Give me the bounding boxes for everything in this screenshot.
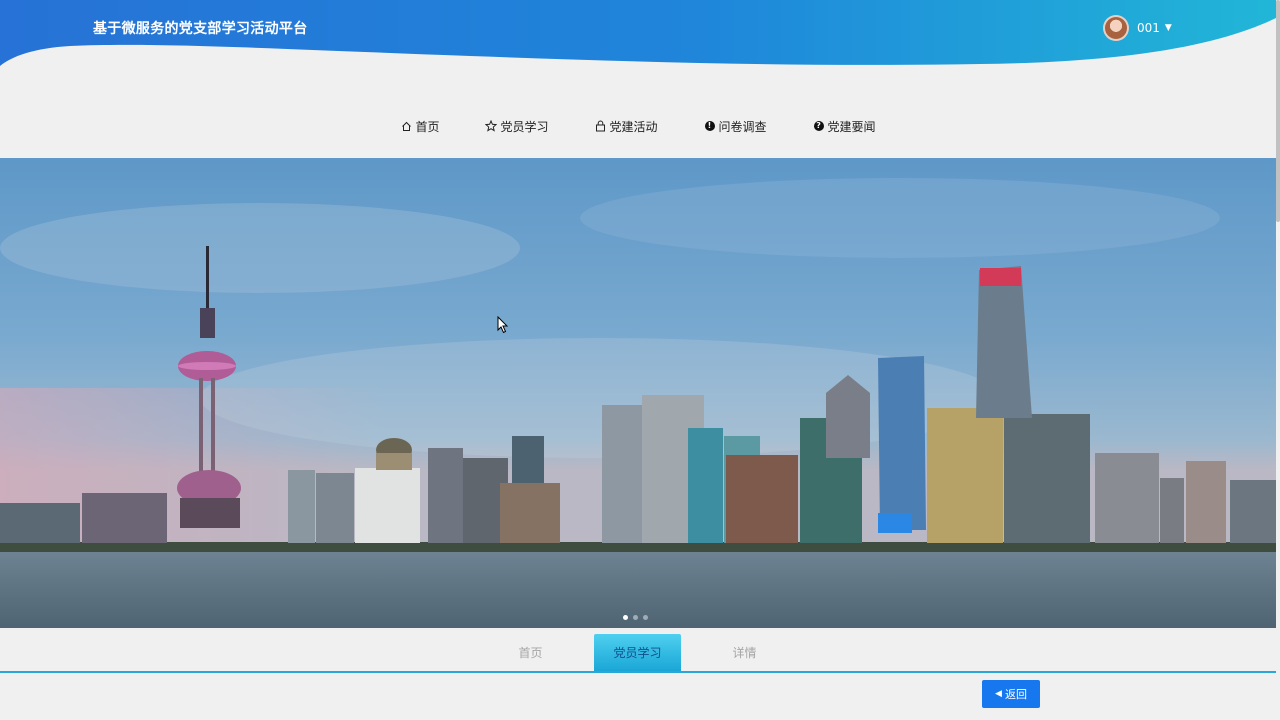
back-button[interactable]: ◀ 返回	[982, 680, 1040, 708]
nav-label-member-study: 党员学习	[500, 119, 549, 134]
tab-member-study[interactable]: 党员学习	[594, 634, 681, 671]
username: 001	[1137, 21, 1160, 35]
tab-detail[interactable]: 详情	[701, 634, 788, 671]
carousel-indicators	[623, 615, 648, 620]
skyline-image	[0, 158, 1276, 628]
page-scrollbar[interactable]	[1276, 0, 1280, 720]
lock-icon	[594, 120, 606, 132]
exclamation-circle-icon: !	[704, 120, 716, 132]
nav-item-news[interactable]: ? 党建要闻	[790, 112, 899, 140]
banner-carousel[interactable]	[0, 158, 1276, 628]
nav-item-member-study[interactable]: 党员学习	[462, 112, 571, 140]
user-menu[interactable]: 001 ▼	[1103, 13, 1172, 43]
nav-item-survey[interactable]: ! 问卷调查	[681, 112, 790, 140]
avatar[interactable]	[1103, 15, 1129, 41]
nav-label-party-activity: 党建活动	[609, 119, 658, 134]
question-circle-icon: ?	[813, 120, 825, 132]
site-title: 基于微服务的党支部学习活动平台	[93, 21, 308, 37]
star-icon	[485, 120, 498, 132]
home-icon	[400, 120, 412, 132]
page: 基于微服务的党支部学习活动平台 001 ▼ 首页 党员学习 党建活动 ! 问卷调…	[0, 0, 1280, 720]
top-header: 基于微服务的党支部学习活动平台 001 ▼	[0, 0, 1276, 80]
nav-label-news: 党建要闻	[827, 119, 876, 134]
carousel-dot[interactable]	[623, 615, 628, 620]
tab-home[interactable]: 首页	[487, 634, 574, 671]
caret-down-icon: ▼	[1164, 23, 1172, 33]
breadcrumb-tabs: 首页 党员学习 详情	[0, 628, 1276, 673]
mouse-cursor-icon	[497, 316, 509, 334]
scrollbar-thumb[interactable]	[1276, 0, 1280, 222]
nav-item-home[interactable]: 首页	[377, 112, 462, 140]
nav-label-home: 首页	[415, 119, 440, 134]
carousel-dot[interactable]	[643, 615, 648, 620]
back-button-label: 返回	[1004, 688, 1027, 701]
main-nav: 首页 党员学习 党建活动 ! 问卷调查 ? 党建要闻	[0, 112, 1276, 140]
header-wave	[0, 0, 1276, 66]
nav-item-party-activity[interactable]: 党建活动	[571, 112, 680, 140]
nav-label-survey: 问卷调查	[718, 119, 767, 134]
caret-left-icon: ◀	[995, 689, 1002, 699]
carousel-dot[interactable]	[633, 615, 638, 620]
